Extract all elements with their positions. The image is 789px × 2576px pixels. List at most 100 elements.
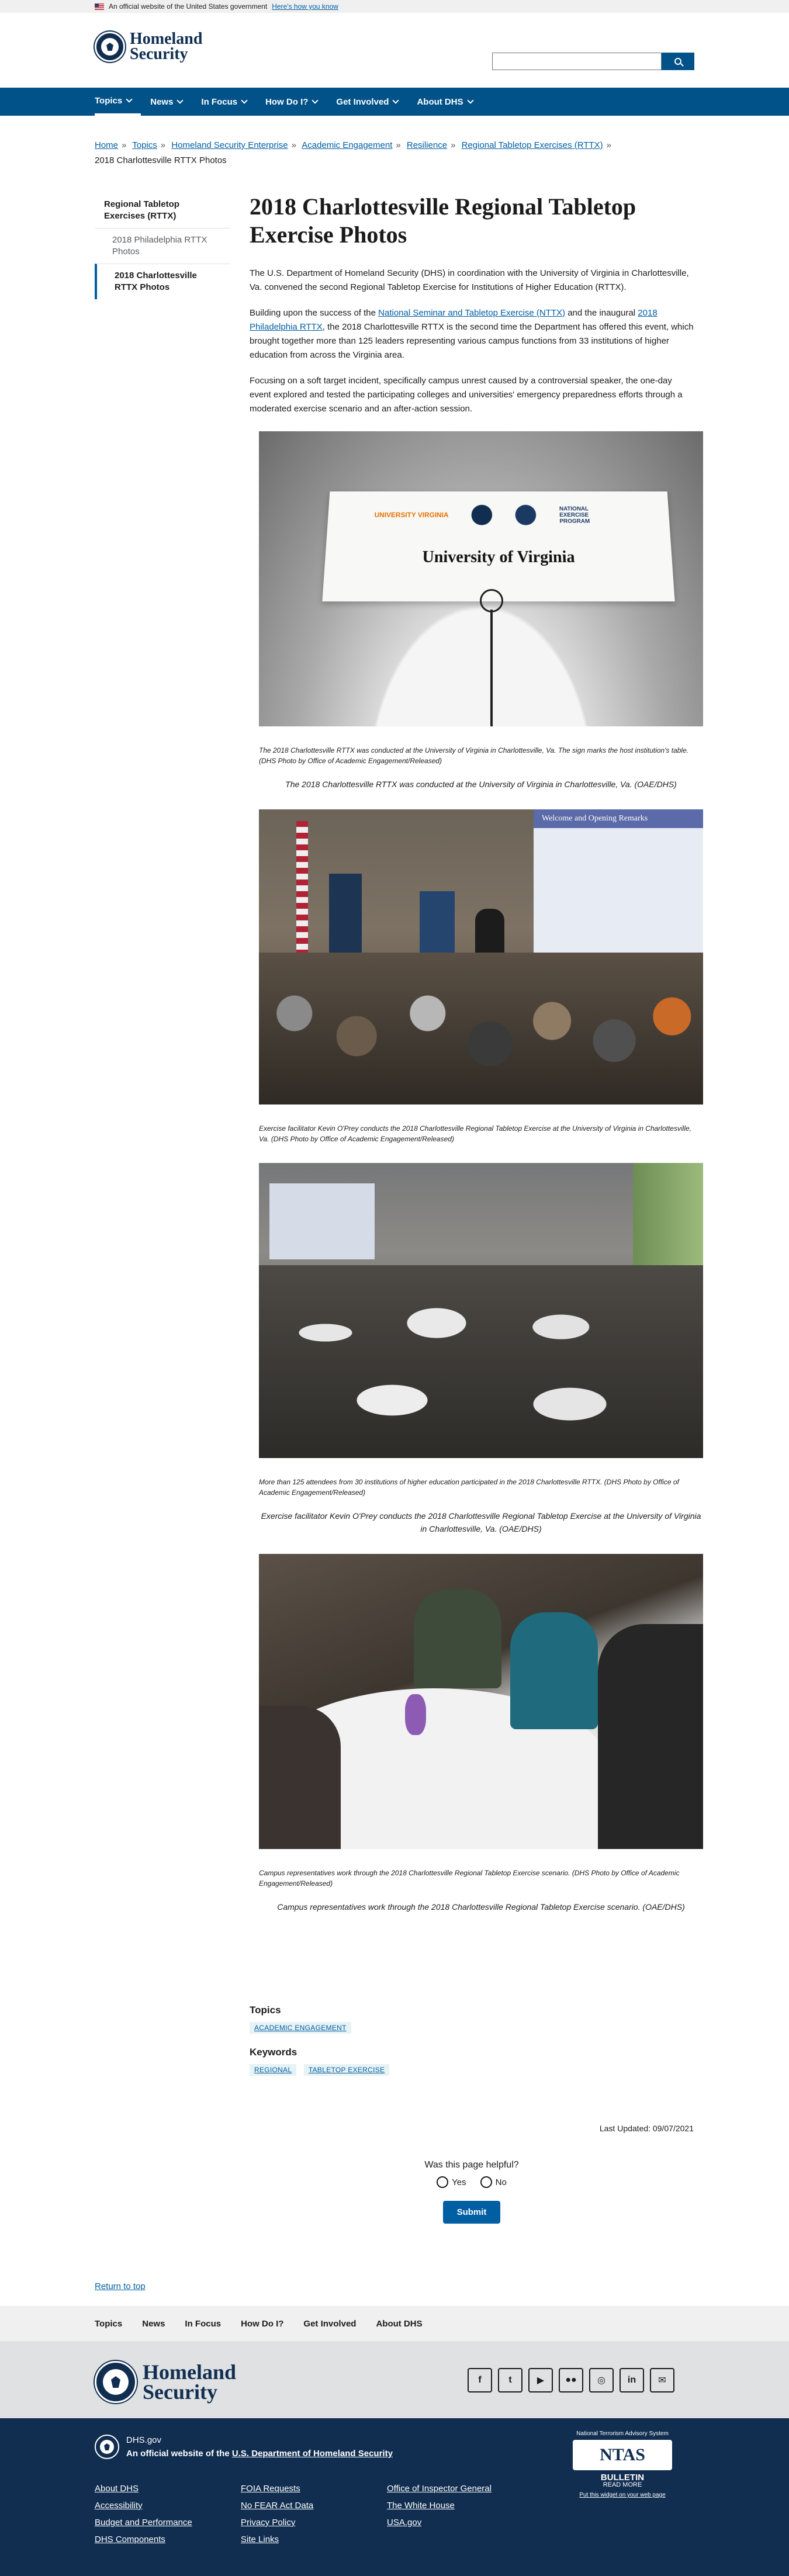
footer-link-accessibility[interactable]: Accessibility — [95, 2501, 241, 2511]
tag-regional[interactable]: REGIONAL — [250, 2064, 297, 2076]
participant — [510, 1612, 598, 1729]
sign-holder — [480, 589, 503, 612]
chevron-down-icon — [312, 97, 319, 104]
sign-text: University of Virginia — [422, 548, 575, 566]
photo-campus-reps — [259, 1554, 703, 1849]
footer-link-budget[interactable]: Budget and Performance — [95, 2518, 241, 2527]
submit-button[interactable]: Submit — [442, 2201, 501, 2224]
dhs-link[interactable]: U.S. Department of Homeland Security — [232, 2449, 393, 2459]
breadcrumb-academic-engagement[interactable]: Academic Engagement — [302, 140, 392, 150]
search-input[interactable] — [492, 53, 662, 70]
dhs-logo-link[interactable]: Homeland Security — [95, 31, 202, 63]
footer-link-site-links[interactable]: Site Links — [241, 2535, 387, 2544]
footer-link-no-fear[interactable]: No FEAR Act Data — [241, 2501, 387, 2511]
footer-bottom: DHS.gov An official website of the U.S. … — [0, 2418, 789, 2576]
chevron-down-icon — [466, 97, 474, 104]
footer-link-components[interactable]: DHS Components — [95, 2535, 241, 2544]
nttx-link[interactable]: National Seminar and Tabletop Exercise (… — [378, 308, 565, 318]
footer-nav-how-do-i[interactable]: How Do I? — [241, 2319, 283, 2329]
footer-nav-get-involved[interactable]: Get Involved — [303, 2319, 356, 2329]
search-button[interactable] — [662, 53, 694, 70]
footer-nav-news[interactable]: News — [142, 2319, 165, 2329]
photo-gallery: UNIVERSITY VIRGINIA NATIONAL EXERCISE PR… — [259, 431, 703, 1913]
footer-nav-topics[interactable]: Topics — [95, 2319, 122, 2329]
tag-academic-engagement[interactable]: ACADEMIC ENGAGEMENT — [250, 2022, 351, 2034]
footer-nav-about-dhs[interactable]: About DHS — [376, 2319, 422, 2329]
ntas-widget-link[interactable]: Put this widget on your web page — [573, 2491, 672, 2499]
topics-tags: ACADEMIC ENGAGEMENT — [250, 2022, 694, 2047]
breadcrumb-separator: » — [291, 140, 296, 150]
photo-caption: Campus representatives work through the … — [259, 1869, 680, 1888]
footer-link-foia[interactable]: FOIA Requests — [241, 2484, 387, 2494]
sidenav-philadelphia[interactable]: 2018 Philadelphia RTTX Photos — [95, 228, 230, 264]
instagram-icon[interactable]: ◎ — [589, 2368, 614, 2393]
search-icon — [674, 58, 681, 65]
main-nav: Topics News In Focus How Do I? Get Invol… — [0, 88, 789, 116]
social-links: f t ▶ ●● ◎ in ✉ — [468, 2368, 674, 2393]
nav-topics[interactable]: Topics — [95, 88, 141, 116]
photo-welcome-remarks: Welcome and Opening Remarks — [259, 809, 703, 1105]
flickr-icon[interactable]: ●● — [559, 2368, 583, 2393]
breadcrumb-home[interactable]: Home — [95, 140, 118, 150]
nav-label: In Focus — [201, 96, 238, 107]
nav-in-focus[interactable]: In Focus — [192, 88, 256, 116]
footer-link-oig[interactable]: Office of Inspector General — [387, 2484, 533, 2494]
breadcrumb-hse[interactable]: Homeland Security Enterprise — [171, 140, 288, 150]
heres-how-you-know-button[interactable]: Here's how you know — [272, 2, 338, 11]
participant — [414, 1589, 501, 1688]
identifier-text: DHS.gov An official website of the U.S. … — [126, 2435, 393, 2459]
facebook-icon[interactable]: f — [468, 2368, 492, 2393]
logo-line2: Security — [143, 2380, 217, 2404]
flag-image — [296, 821, 308, 955]
nav-get-involved[interactable]: Get Involved — [327, 88, 407, 116]
breadcrumb-separator: » — [396, 140, 401, 150]
footer-middle: Homeland Security f t ▶ ●● ◎ in ✉ — [0, 2341, 789, 2418]
feedback-question: Was this page helpful? — [424, 2160, 519, 2170]
ntas-system: National Terrorism Advisory System — [576, 2430, 669, 2437]
focusing-paragraph: Focusing on a soft target incident, spec… — [250, 376, 683, 414]
sidenav-current[interactable]: 2018 Charlottesville RTTX Photos — [95, 264, 230, 299]
footer-nav-in-focus[interactable]: In Focus — [185, 2319, 221, 2329]
photo-caption: Exercise facilitator Kevin O'Prey conduc… — [259, 1124, 691, 1143]
footer-link-usa-gov[interactable]: USA.gov — [387, 2518, 533, 2527]
nav-label: About DHS — [417, 96, 463, 107]
radio-button[interactable] — [480, 2176, 492, 2188]
screen-title: Welcome and Opening Remarks — [534, 809, 703, 828]
nav-about-dhs[interactable]: About DHS — [407, 88, 482, 116]
radio-button[interactable] — [437, 2176, 449, 2188]
ntas-widget[interactable]: National Terrorism Advisory System NTAS … — [573, 2430, 672, 2499]
footer-logo-link[interactable]: Homeland Security — [95, 2361, 236, 2403]
ntas-read-more[interactable]: READ MORE — [573, 2481, 672, 2489]
footer-link-white-house[interactable]: The White House — [387, 2501, 533, 2511]
breadcrumb: Home » Topics » Homeland Security Enterpri… — [95, 138, 697, 168]
nav-label: How Do I? — [265, 96, 309, 107]
breadcrumb-topics[interactable]: Topics — [132, 140, 157, 150]
tag-tabletop-exercise[interactable]: TABLETOP EXERCISE — [303, 2064, 390, 2076]
nav-label: Get Involved — [336, 96, 389, 107]
photo-caption-large: Campus representatives work through the … — [277, 1902, 685, 1912]
footer-link-privacy[interactable]: Privacy Policy — [241, 2518, 387, 2527]
return-to-top-link[interactable]: Return to top — [95, 2281, 146, 2291]
photo-uva-sign: UNIVERSITY VIRGINIA NATIONAL EXERCISE PR… — [259, 431, 703, 726]
breadcrumb-resilience[interactable]: Resilience — [407, 140, 447, 150]
dhs-seal-icon — [471, 504, 493, 525]
feedback-no[interactable]: No — [480, 2176, 507, 2188]
sidenav-parent[interactable]: Regional Tabletop Exercises (RTTX) — [95, 193, 230, 228]
linkedin-icon[interactable]: in — [620, 2368, 644, 2393]
email-icon[interactable]: ✉ — [650, 2368, 674, 2393]
nav-how-do-i[interactable]: How Do I? — [256, 88, 327, 116]
nav-news[interactable]: News — [141, 88, 192, 116]
footer-link-about-dhs[interactable]: About DHS — [95, 2484, 241, 2494]
youtube-icon[interactable]: ▶ — [528, 2368, 553, 2393]
site-header: Homeland Security — [0, 13, 789, 88]
breadcrumb-rttx[interactable]: Regional Tabletop Exercises (RTTX) — [462, 140, 603, 150]
projection-screen — [269, 1183, 375, 1259]
photo-caption-large: The 2018 Charlottesville RTTX was conduc… — [285, 780, 677, 789]
main-content: 2018 Charlottesville Regional Tabletop E… — [250, 193, 703, 1932]
feedback-yes[interactable]: Yes — [437, 2176, 466, 2188]
page-title: 2018 Charlottesville Regional Tabletop E… — [250, 193, 636, 248]
twitter-icon[interactable]: t — [498, 2368, 522, 2393]
radio-label: Yes — [452, 2177, 466, 2187]
radio-label: No — [495, 2177, 507, 2187]
topics-heading: Topics — [250, 2004, 281, 2016]
